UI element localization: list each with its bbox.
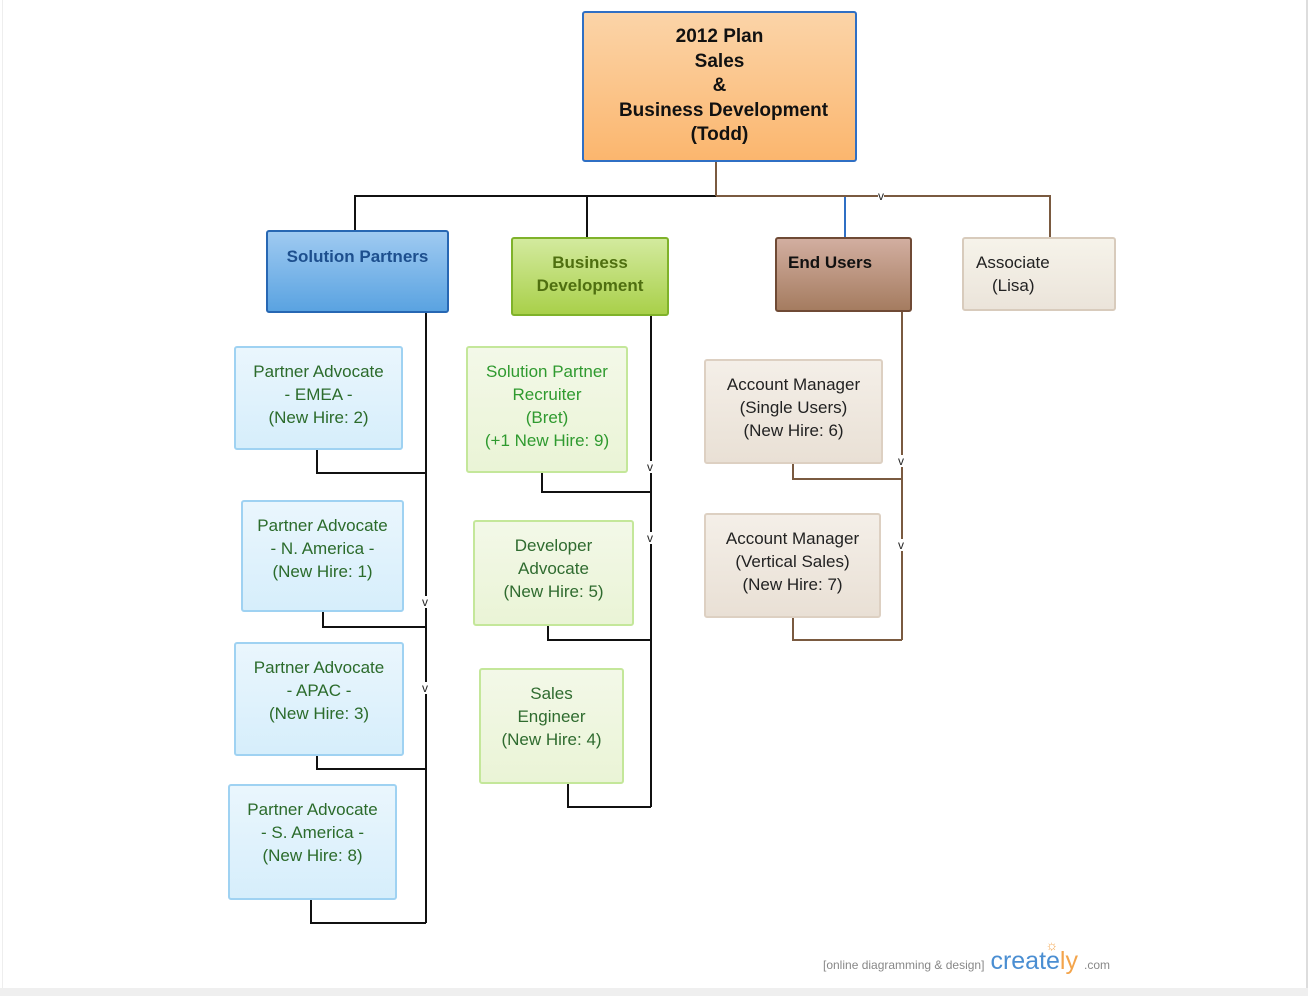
node-text: Solution Partner	[486, 362, 608, 381]
node-solution-partner-recruiter[interactable]: Solution Partner Recruiter (Bret) (+1 Ne…	[466, 346, 628, 473]
node-text: (New Hire: 4)	[501, 730, 602, 749]
node-text: (Bret)	[525, 408, 569, 427]
node-text: (Todd)	[690, 124, 749, 145]
node-account-manager-vertical[interactable]: Account Manager (Vertical Sales) (New Hi…	[704, 513, 881, 618]
node-text: Developer	[514, 536, 593, 555]
node-text: (New Hire: 6)	[743, 421, 844, 440]
node-text: (Single Users)	[739, 398, 848, 417]
node-text: Business Development	[618, 99, 829, 121]
node-developer-advocate[interactable]: Developer Advocate (New Hire: 5)	[473, 520, 634, 626]
node-partner-advocate-na[interactable]: Partner Advocate - N. America - (New Hir…	[241, 500, 404, 612]
root-node[interactable]: 2012 Plan Sales & Business Development (…	[582, 11, 857, 162]
node-text: Account Manager	[725, 529, 860, 548]
node-text: Engineer	[517, 707, 586, 726]
node-text: &	[712, 75, 727, 96]
node-text: Advocate	[518, 559, 589, 578]
node-business-development[interactable]: Business Development	[511, 237, 669, 316]
node-text: Associate	[976, 253, 1050, 272]
connector-mark: v	[422, 681, 428, 695]
node-text: (New Hire: 1)	[272, 562, 373, 581]
node-text: (New Hire: 8)	[262, 846, 363, 865]
connector-bd-dev	[547, 625, 651, 641]
node-text: Partner Advocate	[253, 362, 384, 381]
lightbulb-icon: ☼	[1045, 937, 1059, 953]
watermark-tagline: [online diagramming & design]	[823, 958, 985, 972]
node-text: Sales	[694, 50, 745, 72]
node-associate[interactable]: Associate (Lisa)	[962, 237, 1116, 311]
node-text: Recruiter	[512, 385, 582, 404]
node-partner-advocate-apac[interactable]: Partner Advocate - APAC - (New Hire: 3)	[234, 642, 404, 756]
connector-sp-emea	[316, 449, 426, 474]
node-partner-advocate-emea[interactable]: Partner Advocate - EMEA - (New Hire: 2)	[234, 346, 403, 450]
creately-logo: ☼ creately	[990, 937, 1078, 976]
node-text: - N. America -	[270, 539, 375, 558]
node-text: Partner Advocate	[257, 516, 388, 535]
node-text: - EMEA -	[284, 385, 353, 404]
node-text: (New Hire: 5)	[503, 582, 604, 601]
node-text: - S. America -	[261, 823, 364, 842]
connector-mark: v	[647, 460, 653, 474]
connector-sp-apac	[316, 755, 426, 770]
connector-sp-sa	[310, 899, 426, 924]
node-text: Development	[536, 276, 644, 295]
node-text: (New Hire: 7)	[742, 575, 843, 594]
node-text: Account Manager	[726, 375, 861, 394]
node-account-manager-single[interactable]: Account Manager (Single Users) (New Hire…	[704, 359, 883, 464]
connector-bd-sales	[567, 783, 651, 808]
logo-suffix: .com	[1083, 958, 1110, 972]
node-text: End Users	[788, 253, 873, 272]
connector-eu-single	[792, 463, 902, 480]
connector-mark: v	[898, 538, 904, 552]
connector-mark: v	[878, 189, 884, 203]
node-text: Sales	[530, 684, 573, 703]
connector-mark: v	[422, 595, 428, 609]
node-text: (+1 New Hire: 9)	[484, 431, 610, 450]
logo-accent: ly	[1059, 947, 1078, 975]
node-text: (Lisa)	[992, 276, 1035, 295]
node-text: Partner Advocate	[247, 800, 378, 819]
node-end-users[interactable]: End Users	[775, 237, 912, 312]
node-solution-partners[interactable]: Solution Partners	[266, 230, 449, 313]
node-text: (New Hire: 2)	[268, 408, 369, 427]
connector-bd-recruiter	[541, 472, 651, 493]
connector-mark: v	[647, 531, 653, 545]
node-text: Business	[552, 253, 628, 272]
node-text: Partner Advocate	[253, 658, 385, 677]
creately-watermark: [online diagramming & design] ☼ creately …	[823, 937, 1110, 976]
node-partner-advocate-sa[interactable]: Partner Advocate - S. America - (New Hir…	[228, 784, 397, 900]
node-text: Solution Partners	[286, 247, 429, 266]
node-text: (Vertical Sales)	[735, 552, 850, 571]
connector-sp-na	[322, 611, 426, 628]
node-text: - APAC -	[286, 681, 352, 700]
connector-mark: v	[898, 454, 904, 468]
node-text: (New Hire: 3)	[268, 704, 370, 723]
node-text: 2012 Plan	[675, 26, 764, 47]
node-sales-engineer[interactable]: Sales Engineer (New Hire: 4)	[479, 668, 624, 784]
connector-eu-vertical	[792, 617, 902, 641]
